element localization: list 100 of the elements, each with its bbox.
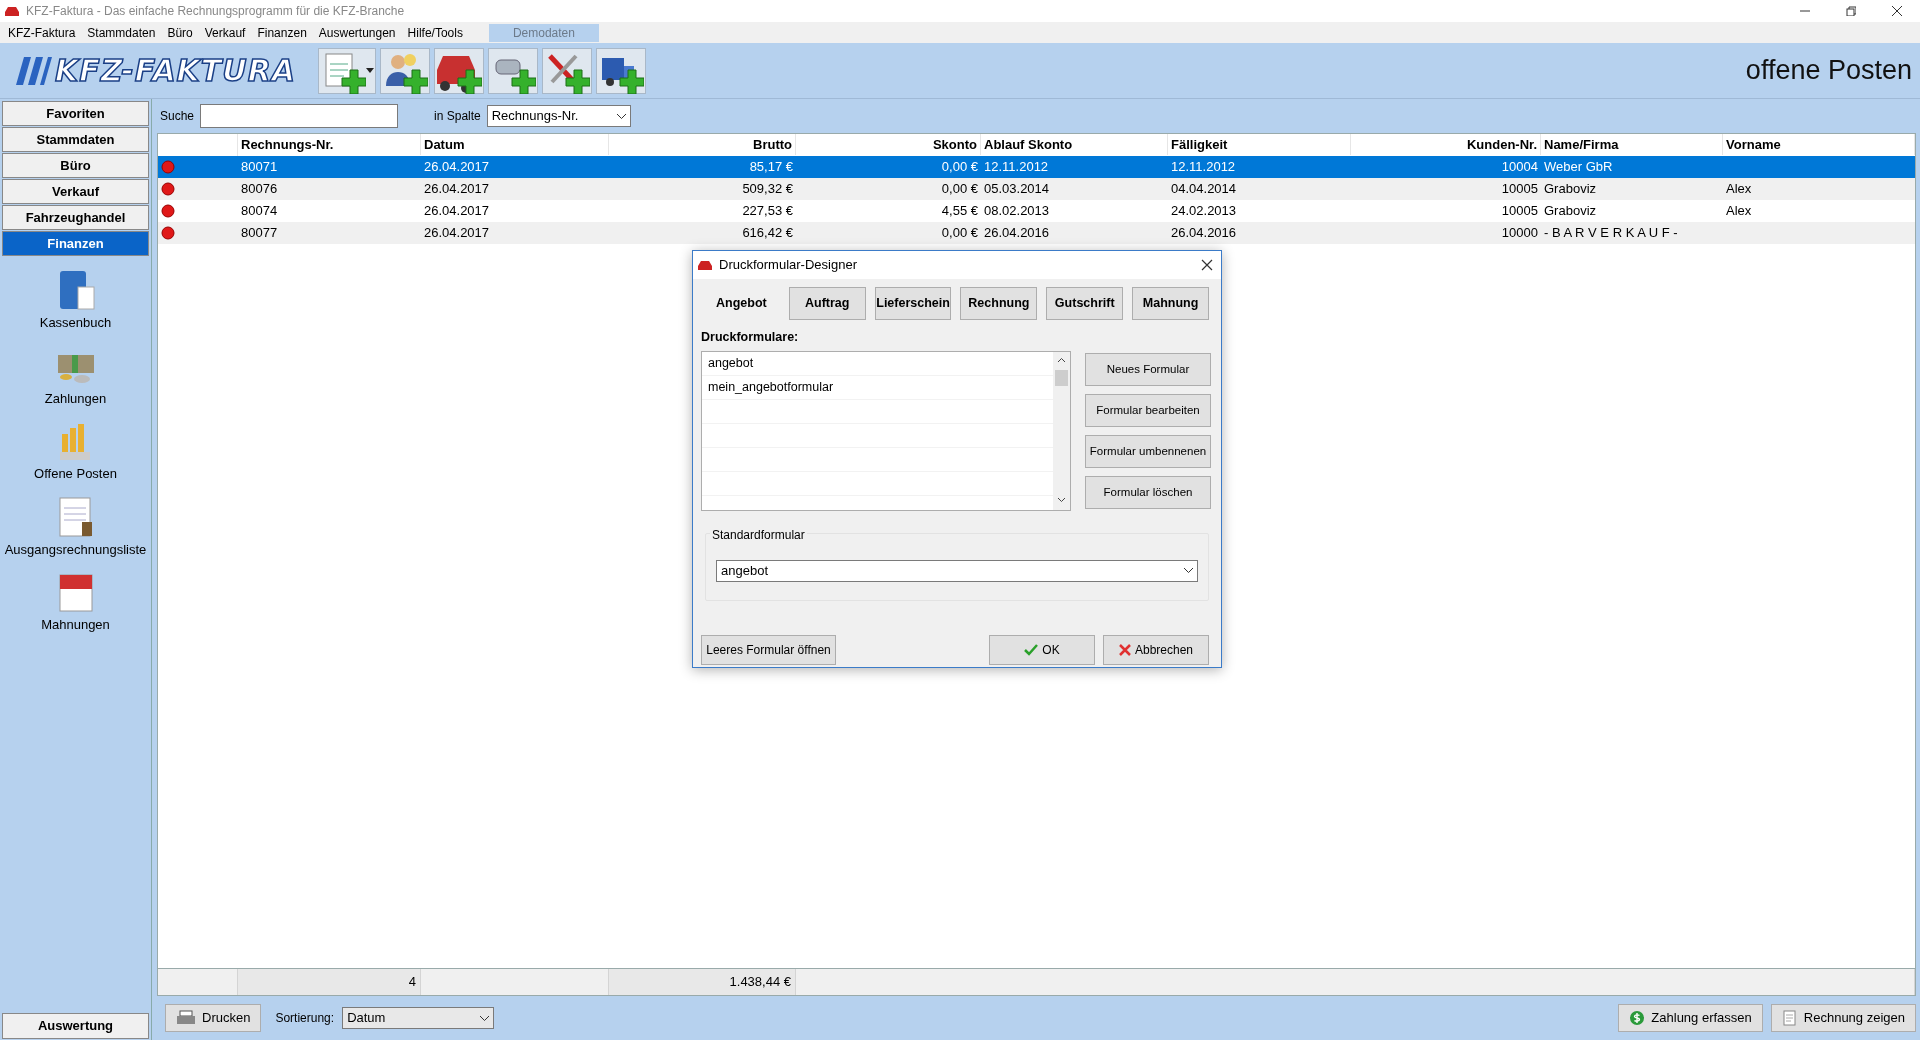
search-field[interactable] xyxy=(200,104,399,128)
car-icon xyxy=(697,259,713,271)
form-type-tab[interactable]: Rechnung xyxy=(960,287,1038,320)
dollar-icon xyxy=(1629,1010,1646,1026)
sidebar-section[interactable]: Stammdaten xyxy=(2,127,149,152)
sidebar-section[interactable]: Auswertung xyxy=(2,1013,149,1039)
sidebar-section[interactable]: Fahrzeughandel xyxy=(2,205,149,230)
menu-item[interactable]: KFZ-Faktura xyxy=(2,23,82,42)
table-cell: 12.11.2012 xyxy=(1171,158,1236,174)
cross-icon xyxy=(1118,643,1131,656)
menu-item[interactable]: Hilfe/Tools xyxy=(401,23,469,42)
sidebar-section[interactable]: Favoriten xyxy=(2,101,149,126)
form-type-tab[interactable]: Angebot xyxy=(703,287,780,320)
column-header[interactable]: Kunden-Nr. xyxy=(1351,134,1541,155)
menu-item[interactable]: Verkauf xyxy=(198,23,252,42)
table-cell: 26.04.2017 xyxy=(424,202,490,218)
table-cell: 05.03.2014 xyxy=(984,180,1050,196)
menu-item[interactable]: Auswertungen xyxy=(312,23,402,42)
table-cell: 26.04.2017 xyxy=(424,158,490,174)
toolbar-button[interactable] xyxy=(596,47,646,94)
table-cell: 04.04.2014 xyxy=(1171,180,1237,196)
document-icon xyxy=(1781,1010,1798,1026)
close-icon[interactable] xyxy=(1201,259,1213,271)
table-cell: 80077 xyxy=(241,224,278,240)
list-item[interactable]: angebot xyxy=(708,353,754,373)
form-type-tab[interactable]: Gutschrift xyxy=(1046,287,1124,320)
table-cell: 509,32 € xyxy=(742,180,793,196)
column-header[interactable]: Name/Firma xyxy=(1541,134,1723,155)
column-header[interactable]: Rechnungs-Nr. xyxy=(238,134,421,155)
list-item[interactable]: mein_angebotformular xyxy=(708,377,834,397)
form-type-tab[interactable]: Auftrag xyxy=(788,287,866,320)
table-cell: 26.04.2017 xyxy=(424,224,490,240)
printer-icon xyxy=(176,1010,196,1026)
sort-label: Sortierung: xyxy=(275,1010,335,1027)
form-type-tab[interactable]: Mahnung xyxy=(1132,287,1209,320)
ok-button[interactable]: OK xyxy=(989,634,1095,665)
cancel-button[interactable]: Abbrechen xyxy=(1103,634,1209,665)
page-title: offene Posten xyxy=(1745,54,1912,88)
table-cell: Weber GbR xyxy=(1544,158,1613,174)
chevron-down-icon xyxy=(1184,568,1193,574)
column-select[interactable]: Rechnungs-Nr. xyxy=(486,105,631,127)
menu-item[interactable]: Büro xyxy=(161,23,199,42)
table-cell: Graboviz xyxy=(1544,180,1597,196)
form-action-button[interactable]: Formular bearbeiten xyxy=(1085,393,1211,427)
column-header[interactable]: Brutto xyxy=(609,134,796,155)
sidebar-section[interactable]: Finanzen xyxy=(2,231,149,256)
toolbar-button[interactable] xyxy=(380,47,430,94)
sidebar-item[interactable]: Offene Posten xyxy=(2,418,149,484)
restore-icon[interactable] xyxy=(1846,6,1856,16)
table-cell: 12.11.2012 xyxy=(984,158,1049,174)
table-cell: Alex xyxy=(1726,180,1752,196)
table-cell: 0,00 € xyxy=(941,180,978,196)
selected-row-highlight[interactable]: 80071 26.04.2017 85,17 € 0,00 € 12.11.2012 12.11.2012 10004 Weber GbR xyxy=(158,156,1915,178)
column-header[interactable]: Skonto xyxy=(796,134,981,155)
form-action-button[interactable]: Neues Formular xyxy=(1085,352,1211,386)
column-header[interactable]: Vorname xyxy=(1723,134,1915,155)
menu-item[interactable]: Stammdaten xyxy=(81,23,162,42)
car-icon xyxy=(4,5,20,17)
print-button[interactable]: Drucken xyxy=(165,1004,262,1032)
status-dot-icon xyxy=(161,204,175,219)
close-icon[interactable] xyxy=(1892,6,1902,16)
toolbar-button[interactable] xyxy=(434,47,484,94)
status-dot-icon xyxy=(161,226,175,241)
form-type-tab[interactable]: Lieferschein xyxy=(874,287,952,320)
table-cell: Alex xyxy=(1726,202,1752,218)
table-cell: 80074 xyxy=(241,202,278,218)
sidebar-item[interactable]: Zahlungen xyxy=(2,342,149,408)
sidebar-item[interactable]: Ausgangsrechnungsliste xyxy=(2,493,149,559)
table-cell: 80071 xyxy=(241,158,278,174)
checkmark-icon xyxy=(1024,643,1039,656)
table-cell: 10005 xyxy=(1501,202,1538,218)
sidebar-section[interactable]: Büro xyxy=(2,153,149,178)
table-cell: 26.04.2016 xyxy=(1171,224,1237,240)
form-action-button[interactable]: Formular löschen xyxy=(1085,475,1211,509)
action-button[interactable]: Zahlung erfassen xyxy=(1618,1004,1763,1032)
form-action-button[interactable]: Formular umbennenen xyxy=(1085,434,1211,468)
sidebar-item[interactable]: Kassenbuch xyxy=(2,267,149,333)
menu-item[interactable]: Finanzen xyxy=(251,23,313,42)
open-blank-button[interactable]: Leeres Formular öffnen xyxy=(701,634,836,665)
sidebar-item[interactable]: Mahnungen xyxy=(2,569,149,635)
table-cell: 10004 xyxy=(1501,158,1538,174)
total-amount: 1.438,44 € xyxy=(729,973,791,992)
table-cell: 10005 xyxy=(1501,180,1538,196)
search-label: Suche xyxy=(160,108,195,125)
sort-select[interactable]: Datum xyxy=(342,1007,495,1029)
table-cell: 26.04.2016 xyxy=(984,224,1050,240)
logo-text: KFZ-FAKTURA xyxy=(55,55,296,86)
toolbar-button[interactable] xyxy=(542,47,592,94)
window-title: KFZ-Faktura - Das einfache Rechnungsprogramm für die KFZ-Branche xyxy=(26,3,405,20)
default-form-select[interactable]: angebot xyxy=(716,559,1198,582)
column-header[interactable]: Ablauf Skonto xyxy=(981,134,1168,155)
table-cell: Graboviz xyxy=(1544,202,1597,218)
table-cell: 08.02.2013 xyxy=(984,202,1050,218)
column-header[interactable]: Datum xyxy=(421,134,609,155)
list-label: Druckformulare: xyxy=(701,329,800,346)
action-button[interactable]: Rechnung zeigen xyxy=(1770,1004,1916,1032)
column-header[interactable]: Fälligkeit xyxy=(1168,134,1351,155)
form-list[interactable]: angebot mein_angebotformular xyxy=(701,350,1071,511)
status-dot-icon xyxy=(161,160,175,175)
sidebar-section[interactable]: Verkauf xyxy=(2,179,149,204)
